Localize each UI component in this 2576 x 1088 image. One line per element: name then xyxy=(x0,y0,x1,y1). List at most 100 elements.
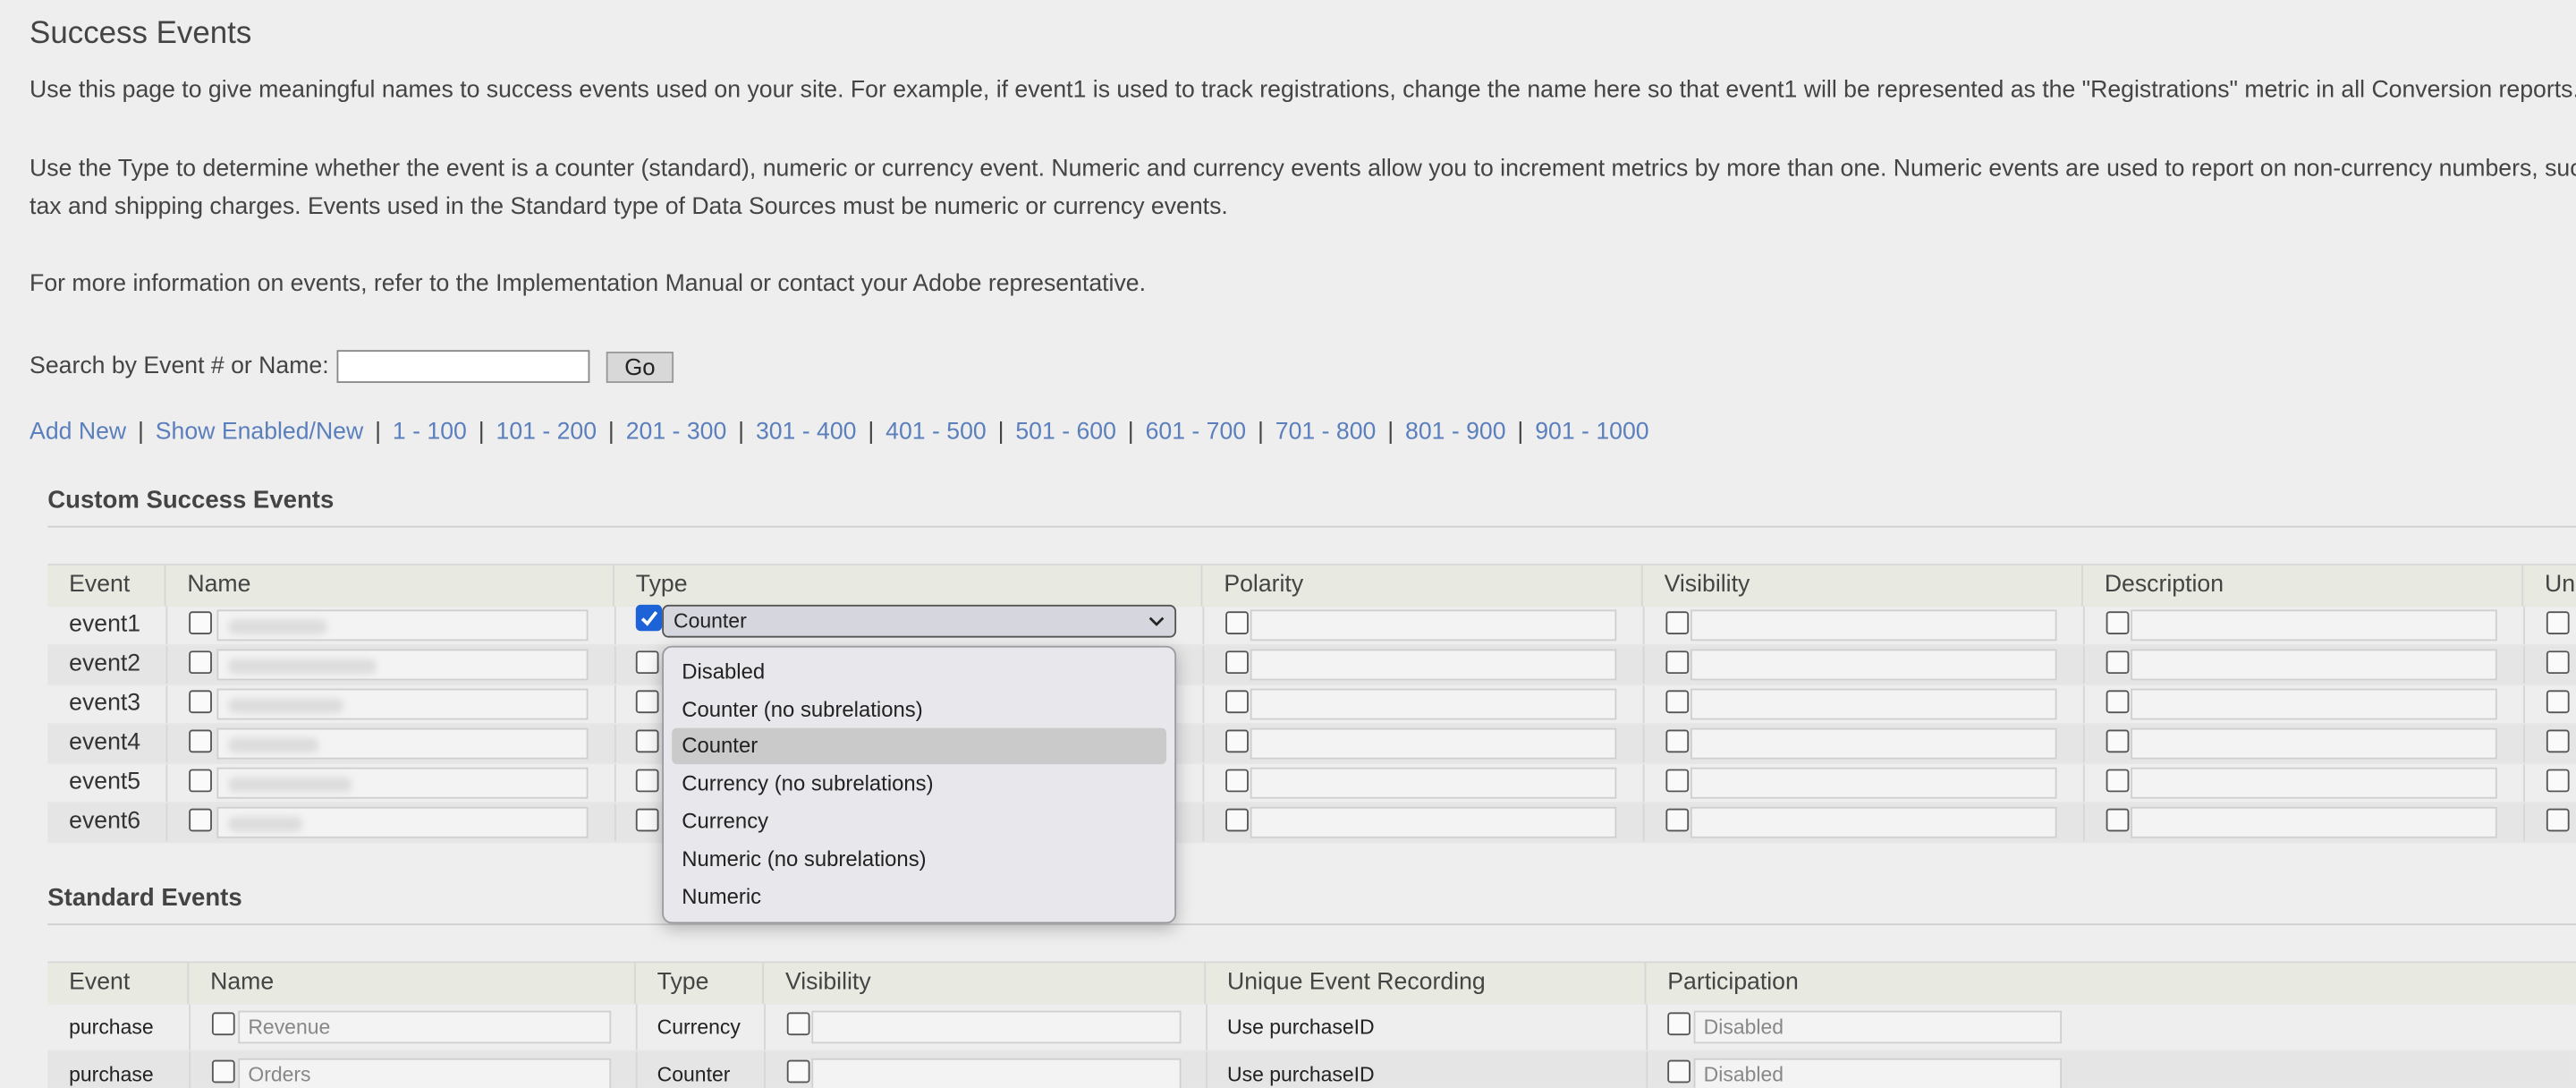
visibility-field[interactable] xyxy=(811,1058,1182,1088)
description-checkbox[interactable] xyxy=(2106,611,2130,634)
participation-field[interactable]: Disabled xyxy=(1693,1058,2063,1088)
range-link-1-100[interactable]: 1 - 100 xyxy=(393,419,467,445)
range-link-901-1000[interactable]: 901 - 1000 xyxy=(1535,419,1648,445)
description-field[interactable] xyxy=(2131,806,2497,838)
header-polarity: Polarity xyxy=(1202,565,1643,607)
name-checkbox[interactable] xyxy=(189,690,212,714)
visibility-checkbox[interactable] xyxy=(786,1012,810,1036)
range-link-601-700[interactable]: 601 - 700 xyxy=(1146,419,1247,445)
description-checkbox[interactable] xyxy=(2106,690,2130,714)
description-field[interactable] xyxy=(2131,727,2497,760)
range-link-301-400[interactable]: 301 - 400 xyxy=(756,419,857,445)
polarity-field[interactable] xyxy=(1250,649,1617,681)
visibility-checkbox[interactable] xyxy=(1665,729,1690,753)
polarity-field[interactable] xyxy=(1250,609,1617,642)
visibility-field[interactable] xyxy=(811,1010,1182,1044)
name-field[interactable] xyxy=(216,609,589,642)
type-checkbox-checked[interactable] xyxy=(635,604,663,632)
name-field[interactable] xyxy=(216,806,589,838)
polarity-checkbox[interactable] xyxy=(1225,769,1249,793)
visibility-checkbox[interactable] xyxy=(1665,808,1690,832)
range-link-401-500[interactable]: 401 - 500 xyxy=(886,419,987,445)
description-field[interactable] xyxy=(2131,688,2497,720)
polarity-field[interactable] xyxy=(1250,727,1617,760)
name-field[interactable] xyxy=(216,688,589,720)
visibility-checkbox[interactable] xyxy=(1665,769,1690,793)
unique-checkbox[interactable] xyxy=(2546,729,2570,753)
polarity-checkbox[interactable] xyxy=(1225,611,1249,634)
range-link-501-600[interactable]: 501 - 600 xyxy=(1015,419,1116,445)
description-checkbox[interactable] xyxy=(2106,729,2130,753)
search-input[interactable] xyxy=(336,350,590,383)
name-field[interactable] xyxy=(216,649,589,681)
type-checkbox[interactable] xyxy=(635,729,659,753)
go-button[interactable]: Go xyxy=(606,351,674,383)
visibility-field[interactable] xyxy=(1690,609,2057,642)
polarity-field[interactable] xyxy=(1250,806,1617,838)
description-field[interactable] xyxy=(2131,649,2497,681)
type-option-counter[interactable]: Counter xyxy=(672,727,1167,765)
name-checkbox[interactable] xyxy=(189,769,212,793)
name-field[interactable]: Revenue xyxy=(238,1010,612,1044)
range-link-801-900[interactable]: 801 - 900 xyxy=(1405,419,1506,445)
polarity-checkbox[interactable] xyxy=(1225,650,1249,675)
visibility-field[interactable] xyxy=(1690,727,2057,760)
polarity-field[interactable] xyxy=(1250,767,1617,799)
type-option-counter-no-subrelations[interactable]: Counter (no subrelations) xyxy=(672,692,1166,727)
name-checkbox[interactable] xyxy=(189,650,212,675)
unique-checkbox[interactable] xyxy=(2546,690,2570,714)
type-option-numeric[interactable]: Numeric xyxy=(672,880,1166,915)
type-checkbox[interactable] xyxy=(635,650,659,675)
name-field[interactable]: Orders xyxy=(238,1058,612,1088)
unique-checkbox[interactable] xyxy=(2546,769,2570,793)
type-checkbox[interactable] xyxy=(635,769,659,793)
type-option-currency-no-subrelations[interactable]: Currency (no subrelations) xyxy=(672,766,1166,802)
visibility-field[interactable] xyxy=(1690,806,2057,838)
description-checkbox[interactable] xyxy=(2106,808,2130,832)
range-link-201-300[interactable]: 201 - 300 xyxy=(626,419,727,445)
unique-checkbox[interactable] xyxy=(2546,611,2570,634)
visibility-field[interactable] xyxy=(1690,767,2057,799)
type-option-numeric-no-subrelations[interactable]: Numeric (no subrelations) xyxy=(672,841,1166,877)
name-checkbox[interactable] xyxy=(189,611,212,634)
polarity-checkbox[interactable] xyxy=(1225,729,1249,753)
visibility-field[interactable] xyxy=(1690,649,2057,681)
type-checkbox[interactable] xyxy=(635,808,659,832)
description-field[interactable] xyxy=(2131,767,2497,799)
name-checkbox[interactable] xyxy=(189,808,212,832)
name-checkbox[interactable] xyxy=(211,1012,235,1036)
show-enabled-link[interactable]: Show Enabled/New xyxy=(156,419,363,445)
participation-checkbox[interactable] xyxy=(1667,1012,1690,1036)
visibility-checkbox[interactable] xyxy=(1665,650,1690,675)
add-new-link[interactable]: Add New xyxy=(30,419,126,445)
participation-field[interactable]: Disabled xyxy=(1693,1010,2063,1044)
visibility-checkbox[interactable] xyxy=(1665,611,1690,634)
unique-checkbox[interactable] xyxy=(2546,650,2570,675)
type-option-currency[interactable]: Currency xyxy=(672,803,1166,839)
table-row: event4 xyxy=(47,724,2576,765)
name-checkbox[interactable] xyxy=(189,729,212,753)
description-checkbox[interactable] xyxy=(2106,769,2130,793)
name-checkbox[interactable] xyxy=(211,1059,235,1084)
unique-checkbox[interactable] xyxy=(2546,808,2570,832)
event-id: event4 xyxy=(69,729,141,756)
header-visibility: Visibility xyxy=(1643,565,2083,607)
description-checkbox[interactable] xyxy=(2106,650,2130,675)
name-field[interactable] xyxy=(216,727,589,760)
range-link-701-800[interactable]: 701 - 800 xyxy=(1275,419,1377,445)
description-field[interactable] xyxy=(2131,609,2497,642)
participation-checkbox[interactable] xyxy=(1667,1059,1690,1084)
table-row: purchase Revenue Currency Use purchaseID… xyxy=(47,1004,2576,1052)
name-field[interactable] xyxy=(216,767,589,799)
visibility-checkbox[interactable] xyxy=(1665,690,1690,714)
type-value: Counter xyxy=(657,1063,731,1087)
polarity-checkbox[interactable] xyxy=(1225,808,1249,832)
type-checkbox[interactable] xyxy=(635,690,659,714)
visibility-field[interactable] xyxy=(1690,688,2057,720)
polarity-field[interactable] xyxy=(1250,688,1617,720)
type-option-disabled[interactable]: Disabled xyxy=(672,654,1166,690)
polarity-checkbox[interactable] xyxy=(1225,690,1249,714)
range-link-101-200[interactable]: 101 - 200 xyxy=(496,419,597,445)
type-select[interactable]: Counter xyxy=(662,604,1177,638)
visibility-checkbox[interactable] xyxy=(786,1059,810,1084)
